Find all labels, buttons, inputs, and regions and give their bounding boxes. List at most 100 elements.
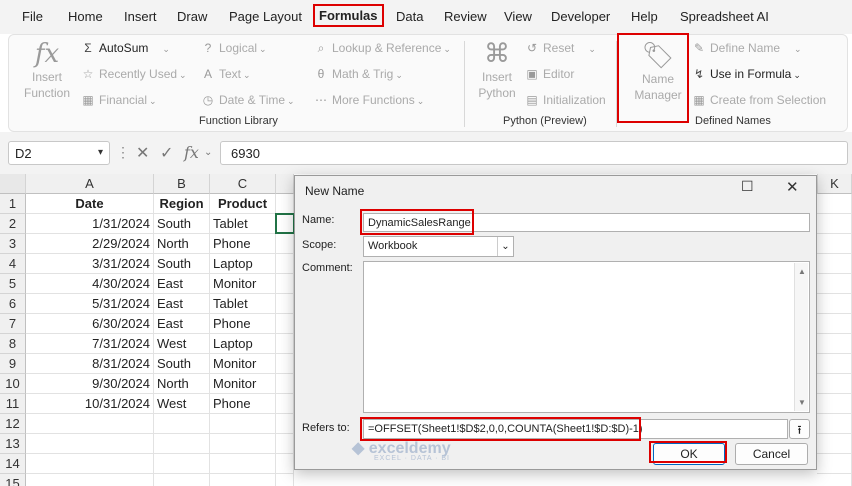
row-header[interactable]: 15 [0,474,26,486]
table-cell[interactable] [210,414,276,434]
column-header-k[interactable]: K [817,174,852,194]
table-cell[interactable]: Phone [210,234,276,254]
table-cell[interactable] [817,274,852,294]
menu-home[interactable]: Home [68,9,103,24]
row-header[interactable]: 5 [0,274,26,294]
table-cell[interactable]: 8/31/2024 [26,354,154,374]
table-cell[interactable]: South [154,254,210,274]
table-cell[interactable] [276,394,294,414]
table-cell[interactable]: 9/30/2024 [26,374,154,394]
table-cell[interactable] [276,294,294,314]
row-header[interactable]: 6 [0,294,26,314]
header-cell[interactable]: Product [210,194,276,214]
name-box[interactable]: D2 ▾ [8,141,110,165]
column-header-b[interactable]: B [154,174,210,194]
create-from-selection-button[interactable]: ▦ Create from Selection [692,93,826,107]
table-cell[interactable] [817,194,852,214]
table-cell[interactable] [817,334,852,354]
row-header[interactable]: 12 [0,414,26,434]
table-cell[interactable]: Laptop [210,334,276,354]
logical-button[interactable]: ? Logical ⌄ [201,41,267,55]
row-header[interactable]: 8 [0,334,26,354]
menu-view[interactable]: View [504,9,532,24]
table-cell[interactable] [154,474,210,486]
table-cell[interactable]: 2/29/2024 [26,234,154,254]
table-cell[interactable] [817,474,852,486]
more-options-icon[interactable]: ⋮ [116,144,130,161]
table-cell[interactable] [817,394,852,414]
table-cell[interactable]: Phone [210,314,276,334]
table-cell[interactable] [276,374,294,394]
column-header-c[interactable]: C [210,174,276,194]
table-cell[interactable] [210,454,276,474]
cancel-icon[interactable]: ✕ [136,143,149,163]
scroll-up-icon[interactable]: ▲ [798,267,806,276]
table-cell[interactable] [26,434,154,454]
table-cell[interactable] [276,454,294,474]
table-cell[interactable] [26,414,154,434]
table-cell[interactable]: East [154,274,210,294]
table-cell[interactable] [817,214,852,234]
table-cell[interactable]: Monitor [210,374,276,394]
table-cell[interactable]: North [154,374,210,394]
text-button[interactable]: A Text ⌄ [201,67,251,81]
table-cell[interactable]: North [154,234,210,254]
use-in-formula-button[interactable]: ↯ Use in Formula ⌄ [692,67,801,81]
table-cell[interactable]: 6/30/2024 [26,314,154,334]
close-icon[interactable]: ✕ [786,178,799,196]
table-cell[interactable] [817,294,852,314]
table-cell[interactable] [210,474,276,486]
table-cell[interactable] [276,414,294,434]
collapse-dialog-button[interactable]: ⭱ [789,419,810,439]
table-cell[interactable] [26,474,154,486]
table-cell[interactable]: West [154,394,210,414]
reset-button[interactable]: ↺ Reset ⌄ [525,41,596,55]
row-header[interactable]: 1 [0,194,26,214]
scope-select[interactable]: Workbook ⌄ [363,236,514,257]
menu-review[interactable]: Review [444,9,487,24]
more-functions-button[interactable]: ⋯ More Functions ⌄ [314,93,424,107]
table-cell[interactable]: Laptop [210,254,276,274]
table-cell[interactable] [154,414,210,434]
table-cell[interactable] [154,434,210,454]
table-cell[interactable]: West [154,334,210,354]
menu-formulas[interactable]: Formulas [313,4,384,27]
row-header[interactable]: 7 [0,314,26,334]
menu-insert[interactable]: Insert [124,9,157,24]
menu-draw[interactable]: Draw [177,9,207,24]
table-cell[interactable] [276,474,294,486]
table-cell[interactable] [276,194,294,214]
table-cell[interactable] [817,434,852,454]
table-cell[interactable] [817,414,852,434]
menu-spreadsheet-ai[interactable]: Spreadsheet AI [680,9,769,24]
table-cell[interactable] [276,334,294,354]
comment-textarea[interactable] [363,261,810,413]
row-header[interactable]: 10 [0,374,26,394]
table-cell[interactable] [276,254,294,274]
table-cell[interactable]: 10/31/2024 [26,394,154,414]
table-cell[interactable]: South [154,214,210,234]
header-cell[interactable]: Date [26,194,154,214]
date-time-button[interactable]: ◷ Date & Time ⌄ [201,93,295,107]
insert-function-button[interactable]: fx Insert Function [19,39,75,101]
menu-help[interactable]: Help [631,9,658,24]
select-all-corner[interactable] [0,174,26,194]
table-cell[interactable]: East [154,314,210,334]
cancel-button[interactable]: Cancel [735,443,808,465]
table-cell[interactable] [276,274,294,294]
header-cell[interactable]: Region [154,194,210,214]
table-cell[interactable]: Phone [210,394,276,414]
table-cell[interactable]: 7/31/2024 [26,334,154,354]
table-cell[interactable]: East [154,294,210,314]
table-cell[interactable] [276,434,294,454]
table-cell[interactable] [154,454,210,474]
autosum-button[interactable]: Σ AutoSum ⌄ [81,41,170,55]
financial-button[interactable]: ▦ Financial ⌄ [81,93,156,107]
insert-python-button[interactable]: ⌘ Insert Python [471,39,523,101]
table-cell[interactable] [817,454,852,474]
table-cell[interactable]: South [154,354,210,374]
column-header-a[interactable]: A [26,174,154,194]
editor-button[interactable]: ▣ Editor [525,67,574,81]
enter-icon[interactable]: ✓ [160,143,173,163]
table-cell[interactable]: 5/31/2024 [26,294,154,314]
